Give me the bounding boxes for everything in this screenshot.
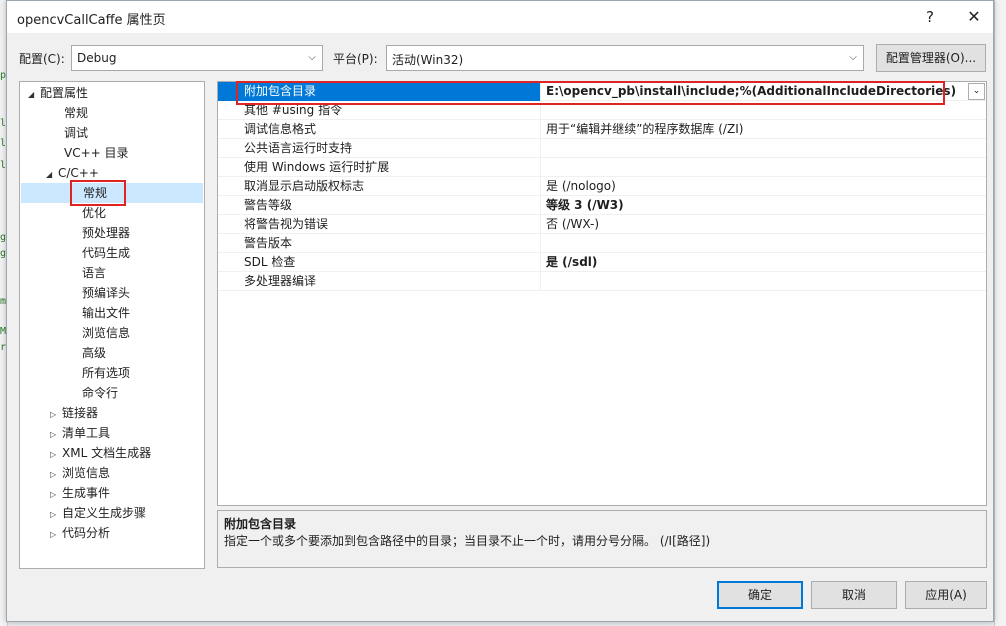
platform-label: 平台(P): xyxy=(333,52,378,66)
apply-button[interactable]: 应用(A) xyxy=(905,581,987,609)
property-row-suppress-banner[interactable]: 取消显示启动版权标志 是 (/nologo) xyxy=(218,177,986,196)
property-name: 将警告视为错误 xyxy=(218,215,541,234)
chevron-down-icon: ⌵ xyxy=(849,52,857,63)
tree-item-all-options[interactable]: 所有选项 xyxy=(82,363,130,383)
highlight-box-property xyxy=(236,81,945,105)
property-row-warning-version[interactable]: 警告版本 xyxy=(218,234,986,253)
expanded-icon: ◢ xyxy=(28,90,35,99)
tree-item-build-events[interactable]: ▷ 生成事件 xyxy=(50,483,110,503)
description-pane: 附加包含目录 指定一个或多个要添加到包含路径中的目录；当目录不止一个时，请用分号… xyxy=(217,510,987,568)
configuration-dropdown[interactable]: Debug ⌵ xyxy=(71,45,323,71)
property-row-multiprocessor-compilation[interactable]: 多处理器编译 xyxy=(218,272,986,291)
configuration-manager-button[interactable]: 配置管理器(O)... xyxy=(876,44,986,72)
tree-item-xml-doc-generator[interactable]: ▷ XML 文档生成器 xyxy=(50,443,151,463)
tree-item-general[interactable]: 常规 xyxy=(64,103,88,123)
property-name: 多处理器编译 xyxy=(218,272,541,291)
chevron-down-icon[interactable]: ⌄ xyxy=(968,83,985,100)
property-row-sdl-checks[interactable]: SDL 检查 是 (/sdl) xyxy=(218,253,986,272)
tree-item-advanced[interactable]: 高级 xyxy=(82,343,106,363)
property-value[interactable] xyxy=(542,272,962,291)
property-name: 调试信息格式 xyxy=(218,120,541,139)
configuration-value: Debug xyxy=(77,51,117,65)
property-name: 警告等级 xyxy=(218,196,541,215)
tree-item-browse-information[interactable]: 浏览信息 xyxy=(82,323,130,343)
highlight-box-tree xyxy=(70,180,126,206)
property-value[interactable]: 用于“编辑并继续”的程序数据库 (/ZI) xyxy=(542,120,962,139)
property-row-warning-level[interactable]: 警告等级 等级 3 (/W3) xyxy=(218,196,986,215)
property-tree: ◢ 配置属性 常规 调试 VC++ 目录 ◢ C/C++ 常规 优化 预处理器 代码… xyxy=(19,81,205,569)
configuration-label: 配置(C): xyxy=(19,52,65,66)
property-name: SDL 检查 xyxy=(218,253,541,272)
tree-item-vc-directories[interactable]: VC++ 目录 xyxy=(64,143,129,163)
property-name: 警告版本 xyxy=(218,234,541,253)
property-value[interactable]: 是 (/sdl) xyxy=(542,253,962,272)
tree-item-debugging[interactable]: 调试 xyxy=(64,123,88,143)
property-row-treat-warnings-as-errors[interactable]: 将警告视为错误 否 (/WX-) xyxy=(218,215,986,234)
window-title: opencvCallCaffe 属性页 xyxy=(17,13,166,28)
collapsed-icon: ▷ xyxy=(50,510,57,519)
property-value[interactable] xyxy=(542,234,962,253)
property-name: 取消显示启动版权标志 xyxy=(218,177,541,196)
tree-item-linker[interactable]: ▷ 链接器 xyxy=(50,403,98,423)
tree-item-browse-info[interactable]: ▷ 浏览信息 xyxy=(50,463,110,483)
title-bar: opencvCallCaffe 属性页 ? ✕ xyxy=(7,1,993,33)
close-icon[interactable]: ✕ xyxy=(957,5,991,29)
cancel-button[interactable]: 取消 xyxy=(811,581,897,609)
tree-item-preprocessor[interactable]: 预处理器 xyxy=(82,223,130,243)
tree-item-command-line[interactable]: 命令行 xyxy=(82,383,118,403)
collapsed-icon: ▷ xyxy=(50,410,57,419)
collapsed-icon: ▷ xyxy=(50,490,57,499)
tree-item-output-files[interactable]: 输出文件 xyxy=(82,303,130,323)
tree-item-configuration-properties[interactable]: ◢ 配置属性 xyxy=(28,83,88,103)
property-grid: 附加包含目录 E:\opencv_pb\install\include;%(Ad… xyxy=(217,81,987,506)
collapsed-icon: ▷ xyxy=(50,450,57,459)
ok-button[interactable]: 确定 xyxy=(717,581,803,609)
collapsed-icon: ▷ xyxy=(50,530,57,539)
property-row-windows-runtime-extension[interactable]: 使用 Windows 运行时扩展 xyxy=(218,158,986,177)
help-button[interactable]: ? xyxy=(913,5,947,29)
property-row-debug-info-format[interactable]: 调试信息格式 用于“编辑并继续”的程序数据库 (/ZI) xyxy=(218,120,986,139)
property-value[interactable]: 否 (/WX-) xyxy=(542,215,962,234)
tree-item-manifest-tool[interactable]: ▷ 清单工具 xyxy=(50,423,110,443)
background-editor-strip-right xyxy=(994,0,1006,626)
tree-item-custom-build-step[interactable]: ▷ 自定义生成步骤 xyxy=(50,503,146,523)
description-title: 附加包含目录 xyxy=(224,517,297,531)
expanded-icon: ◢ xyxy=(46,170,53,179)
tree-item-language[interactable]: 语言 xyxy=(82,263,106,283)
tree-item-precompiled-headers[interactable]: 预编译头 xyxy=(82,283,130,303)
property-value[interactable]: 是 (/nologo) xyxy=(542,177,962,196)
property-value[interactable]: 等级 3 (/W3) xyxy=(542,196,962,215)
tree-item-optimization[interactable]: 优化 xyxy=(82,203,106,223)
collapsed-icon: ▷ xyxy=(50,470,57,479)
tree-item-code-generation[interactable]: 代码生成 xyxy=(82,243,130,263)
description-text: 指定一个或多个要添加到包含路径中的目录；当目录不止一个时，请用分号分隔。 (/I… xyxy=(224,534,711,548)
property-value[interactable] xyxy=(542,158,962,177)
platform-dropdown[interactable]: 活动(Win32) ⌵ xyxy=(386,45,864,71)
property-row-clr-support[interactable]: 公共语言运行时支持 xyxy=(218,139,986,158)
property-pages-dialog: opencvCallCaffe 属性页 ? ✕ 配置(C): Debug ⌵ 平… xyxy=(6,0,994,622)
platform-value: 活动(Win32) xyxy=(392,53,464,67)
tree-item-code-analysis[interactable]: ▷ 代码分析 xyxy=(50,523,110,543)
chevron-down-icon: ⌵ xyxy=(308,52,316,63)
property-value[interactable] xyxy=(542,139,962,158)
property-name: 公共语言运行时支持 xyxy=(218,139,541,158)
collapsed-icon: ▷ xyxy=(50,430,57,439)
property-name: 使用 Windows 运行时扩展 xyxy=(218,158,541,177)
